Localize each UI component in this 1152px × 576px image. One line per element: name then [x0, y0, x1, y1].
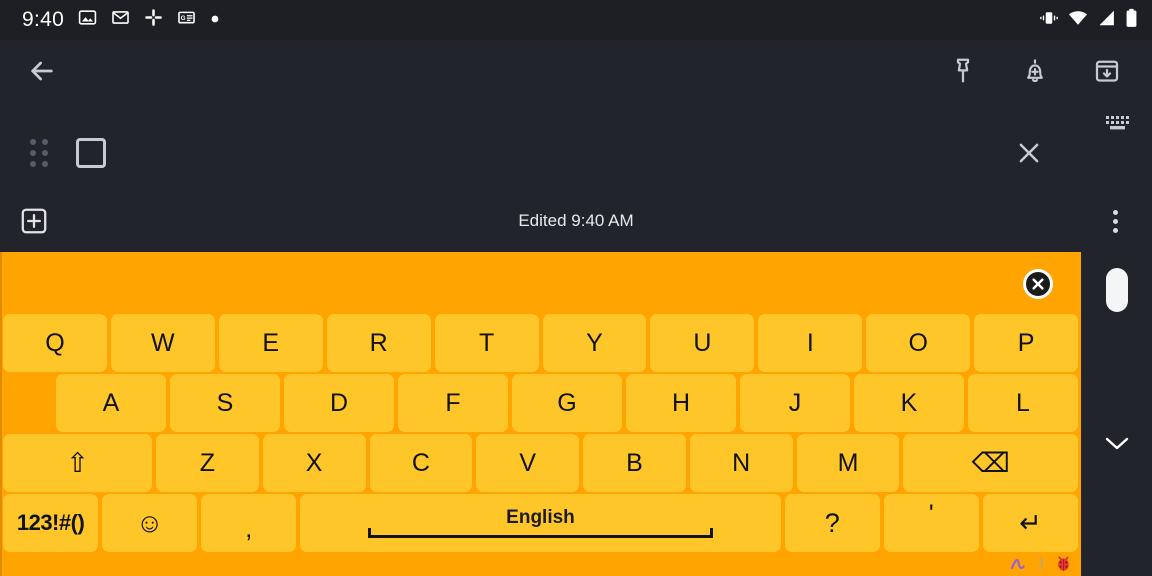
photos-icon	[78, 8, 97, 32]
keyboard-row-4: 123!#() ☺ , English ? ' ↵	[0, 494, 1081, 552]
key-i[interactable]: I	[758, 314, 863, 372]
keyboard-suggestion-bar	[0, 252, 1081, 314]
chevron-down-icon[interactable]	[1103, 434, 1131, 457]
shift-key[interactable]: ⇧	[3, 434, 152, 492]
status-bar-right	[1039, 8, 1138, 33]
add-reminder-icon[interactable]	[1020, 56, 1050, 86]
keyboard-left-edge	[0, 252, 2, 576]
note-toolbar	[0, 40, 1152, 102]
selection-action-row	[0, 120, 1152, 186]
key-h[interactable]: H	[626, 374, 736, 432]
keyboard-row-3: ⇧ Z X C V B N M ⌫	[0, 434, 1081, 492]
google-news-icon: G	[177, 8, 196, 32]
key-j[interactable]: J	[740, 374, 850, 432]
comma-key[interactable]: ,	[201, 494, 297, 552]
wifi-icon	[1068, 9, 1088, 32]
key-c[interactable]: C	[369, 434, 473, 492]
stop-square-icon[interactable]	[76, 138, 106, 168]
scroll-handle-pill[interactable]	[1106, 268, 1128, 312]
status-bar: 9:40 G	[0, 0, 1152, 40]
key-b[interactable]: B	[583, 434, 686, 492]
key-o[interactable]: O	[866, 314, 971, 372]
edited-timestamp: Edited 9:40 AM	[518, 211, 634, 230]
key-d[interactable]: D	[284, 374, 394, 432]
key-m[interactable]: M	[796, 434, 900, 492]
svg-text:G: G	[181, 15, 186, 22]
apostrophe-key[interactable]: '	[883, 494, 979, 552]
key-z[interactable]: Z	[156, 434, 259, 492]
key-p[interactable]: P	[974, 314, 1079, 372]
backspace-key[interactable]: ⌫	[903, 434, 1079, 492]
key-n[interactable]: N	[689, 434, 793, 492]
emoji-key[interactable]: ☺	[102, 494, 198, 552]
key-q[interactable]: Q	[3, 314, 107, 372]
note-bottom-bar: Edited 9:40 AM	[0, 190, 1152, 252]
status-bar-left: 9:40 G	[22, 8, 220, 32]
cell-signal-icon	[1097, 9, 1116, 32]
drag-handle-icon[interactable]	[30, 139, 48, 167]
keyboard-icon[interactable]	[1106, 116, 1130, 137]
slack-icon	[144, 8, 163, 32]
dot-icon	[210, 11, 220, 29]
on-screen-keyboard: Q W E R T Y U I O P A S D F G H J K L ⇧ …	[0, 252, 1081, 576]
keyboard-badges	[1010, 555, 1071, 576]
squiggle-icon[interactable]	[1010, 556, 1028, 576]
key-u[interactable]: U	[650, 314, 755, 372]
archive-icon[interactable]	[1092, 56, 1122, 86]
key-w[interactable]: W	[110, 314, 215, 372]
question-key[interactable]: ?	[784, 494, 880, 552]
key-a[interactable]: A	[56, 374, 166, 432]
key-r[interactable]: R	[326, 314, 431, 372]
key-g[interactable]: G	[512, 374, 622, 432]
back-arrow-icon[interactable]	[26, 55, 58, 87]
status-clock: 9:40	[22, 8, 65, 31]
keyboard-footer	[0, 554, 1081, 576]
space-key-bracket	[367, 528, 714, 538]
pin-icon[interactable]	[948, 56, 978, 86]
key-x[interactable]: X	[262, 434, 366, 492]
keyboard-row-2: A S D F G H J K L	[0, 374, 1081, 432]
key-v[interactable]: V	[476, 434, 580, 492]
keyboard-row-1: Q W E R T Y U I O P	[0, 314, 1081, 372]
enter-key[interactable]: ↵	[982, 494, 1078, 552]
ladybug-icon[interactable]	[1056, 555, 1071, 576]
phone-screen: 9:40 G Edited 9:40 AM Q W E R T Y U I O …	[0, 0, 1152, 576]
vibrate-icon	[1039, 9, 1059, 32]
key-t[interactable]: T	[434, 314, 539, 372]
key-f[interactable]: F	[398, 374, 508, 432]
battery-icon	[1125, 8, 1138, 33]
key-k[interactable]: K	[854, 374, 964, 432]
key-y[interactable]: Y	[542, 314, 647, 372]
key-l[interactable]: L	[968, 374, 1078, 432]
space-key[interactable]: English	[300, 494, 781, 552]
circled-close-icon[interactable]	[1023, 269, 1053, 299]
close-icon[interactable]	[1014, 138, 1044, 168]
action-row-left	[30, 138, 106, 168]
crescent-moon-icon[interactable]	[1035, 555, 1049, 576]
keyboard-side-rail	[1081, 252, 1152, 576]
key-e[interactable]: E	[218, 314, 323, 372]
note-toolbar-actions	[948, 56, 1122, 86]
symbols-key[interactable]: 123!#()	[3, 494, 99, 552]
key-s[interactable]: S	[170, 374, 280, 432]
space-key-language-label: English	[506, 507, 575, 528]
gmail-icon	[111, 8, 130, 32]
